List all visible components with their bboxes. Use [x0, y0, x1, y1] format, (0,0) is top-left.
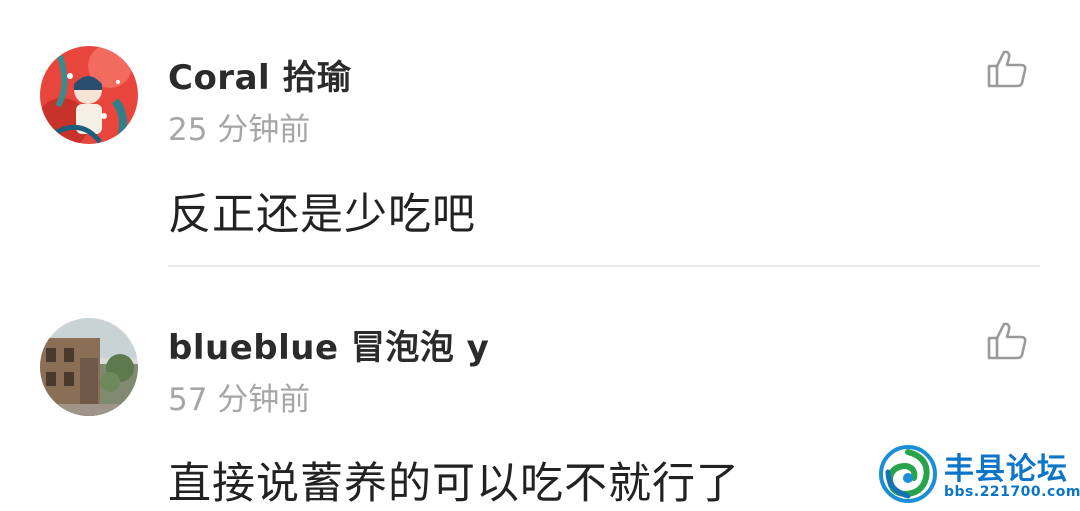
comment-time: 57 分钟前 [168, 382, 311, 418]
username[interactable]: Coral 拾瑜 [168, 50, 352, 99]
comment-divider [168, 265, 1040, 267]
swirl-logo-icon [879, 445, 937, 503]
thumbs-up-icon [987, 50, 1027, 88]
comment-list: Coral 拾瑜 25 分钟前 反正还是少吃吧 blueblue 冒泡泡 y 5… [0, 0, 1080, 511]
comment-text: 反正还是少吃吧 [168, 190, 476, 240]
comment-item: Coral 拾瑜 25 分钟前 反正还是少吃吧 [0, 0, 1080, 266]
user-avatar[interactable] [40, 318, 138, 416]
user-avatar[interactable] [40, 46, 138, 144]
site-watermark: 丰县论坛 bbs.221700.com [878, 440, 1080, 506]
watermark-title: 丰县论坛 [944, 452, 1068, 487]
username[interactable]: blueblue 冒泡泡 y [168, 320, 489, 369]
comment-text: 直接说蓄养的可以吃不就行了 [168, 459, 740, 509]
comment-time: 25 分钟前 [168, 112, 311, 148]
thumbs-up-icon [987, 322, 1027, 360]
like-button[interactable] [984, 46, 1030, 92]
watermark-url: bbs.221700.com [944, 484, 1080, 500]
like-button[interactable] [984, 318, 1030, 364]
